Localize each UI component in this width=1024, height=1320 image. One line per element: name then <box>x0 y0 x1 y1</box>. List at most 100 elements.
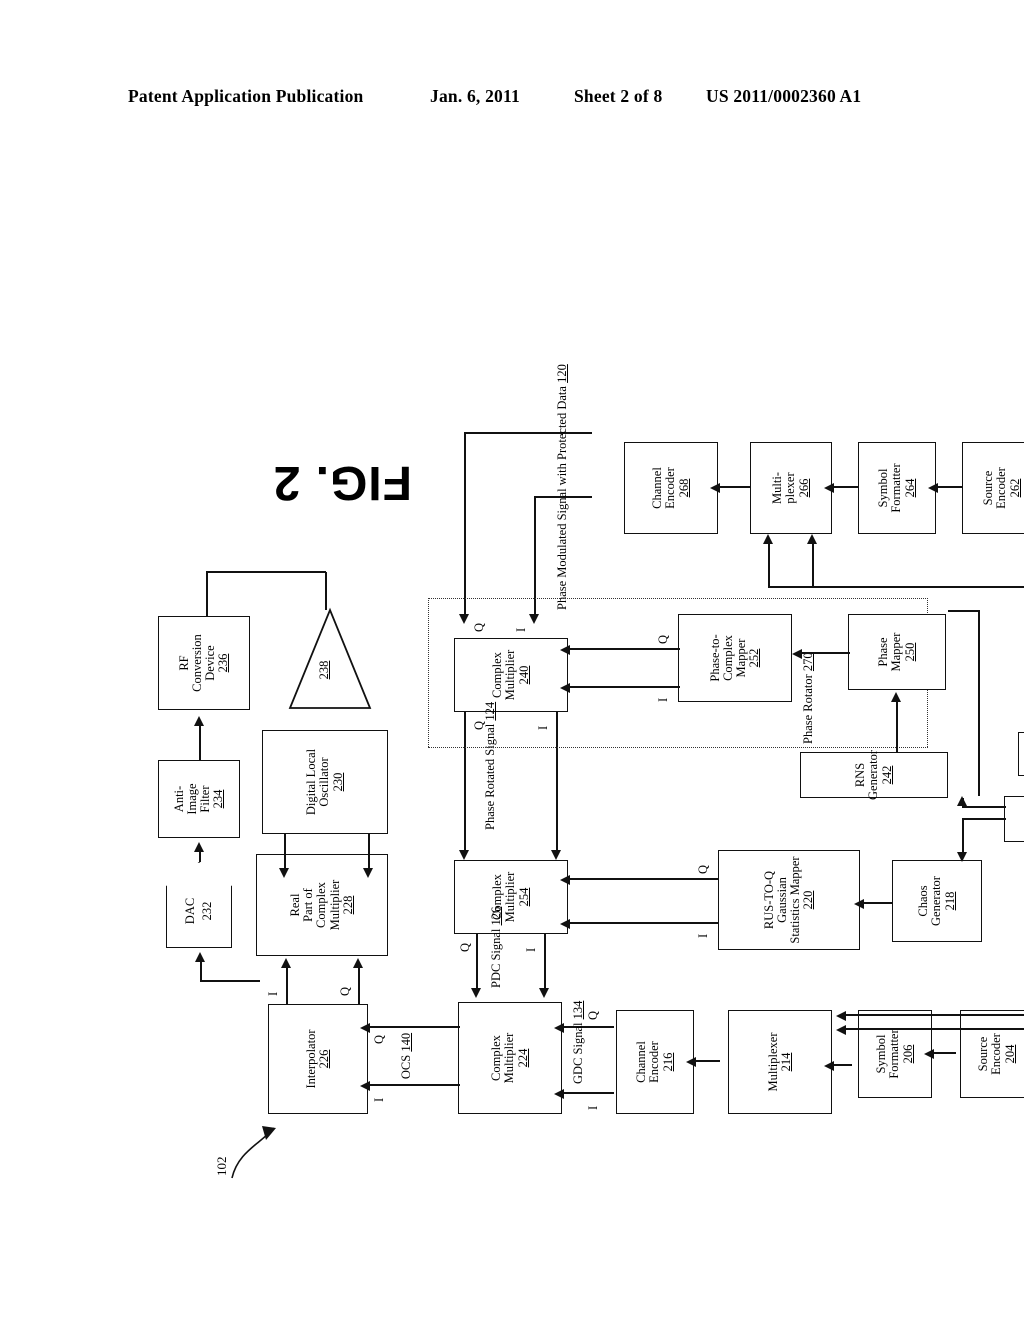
block-number: 236 <box>216 653 231 673</box>
arrow-252-240-q <box>560 645 570 655</box>
port-label-q: Q <box>656 634 670 644</box>
block-label: Part of <box>301 888 316 922</box>
block-label: Phase <box>876 637 891 667</box>
wire-210-242-v <box>962 806 1006 808</box>
block-source-encoder-262[interactable]: Source Encoder 262 <box>962 442 1024 534</box>
wire-218-220 <box>862 902 892 904</box>
figure-2-diagram: 102 Interpolator 226 Real Part of Comple… <box>158 110 1024 1210</box>
port-label-q: Q <box>586 1010 600 1020</box>
arrow-218-220 <box>854 899 864 909</box>
port-label-i: I <box>586 1105 600 1110</box>
block-label: RF <box>176 655 191 671</box>
arrow-210-218 <box>957 852 967 862</box>
block-label: DAC <box>182 897 197 925</box>
signal-label-phase-rotator-270: Phase Rotator 270 <box>801 652 815 744</box>
block-rns-generator-242[interactable]: RNS Generator 242 <box>800 750 948 800</box>
arrow-204-206 <box>924 1049 934 1059</box>
patent-sheet: Patent Application Publication Jan. 6, 2… <box>0 0 1024 1320</box>
block-source-encoder-204[interactable]: Source Encoder 204 <box>960 1010 1024 1098</box>
block-multiplexer-266[interactable]: Multi- plexer 266 <box>750 442 832 534</box>
block-number: 264 <box>902 478 917 498</box>
wire-gdc-i <box>562 1092 614 1094</box>
block-label: Multiplier <box>327 879 342 931</box>
block-label: Device <box>203 645 217 681</box>
block-label: Formatter <box>889 463 904 513</box>
block-label: Mapper <box>734 638 748 678</box>
block-symbol-formatter-206[interactable]: Symbol Formatter 206 <box>858 1010 932 1098</box>
block-rus-to-q-gaussian-statistics-mapper-220[interactable]: RUS-TO-Q Gaussian Statistics Mapper 220 <box>718 850 860 950</box>
block-number: 226 <box>317 1049 331 1069</box>
wire-bottom-bus-v <box>812 586 1024 588</box>
block-channel-encoder-268[interactable]: Channel Encoder 268 <box>624 442 718 534</box>
arrow-220-254-i <box>560 919 570 929</box>
block-label: Interpolator <box>303 1029 318 1089</box>
wire-210-rotator-h <box>978 610 980 796</box>
block-interpolator-226[interactable]: Interpolator 226 <box>268 1004 368 1114</box>
figure-label: FIG. 2 <box>272 456 412 509</box>
port-label-i: I <box>266 991 280 996</box>
block-chaos-generator-218[interactable]: Chaos Generator 218 <box>892 860 982 942</box>
wire-262-264 <box>936 486 962 488</box>
wire-206-214 <box>832 1064 852 1066</box>
block-channel-encoder-216[interactable]: Channel Encoder 216 <box>616 1010 694 1114</box>
block-prtr-212[interactable]: PRTR 212 <box>1018 732 1024 776</box>
wire-228-dac-h <box>200 962 202 982</box>
block-label: Phase-to- <box>707 634 722 682</box>
arrow-ocs-i <box>360 1081 370 1091</box>
wire-214-216 <box>694 1060 720 1062</box>
block-label: Channel <box>650 467 665 509</box>
wire-252-240-i <box>568 686 680 688</box>
wire-266-268 <box>718 486 750 488</box>
port-label-i: I <box>372 1097 386 1102</box>
arrow-210-214 <box>836 1011 846 1021</box>
block-label: Image <box>184 783 199 815</box>
block-label: Source <box>976 1036 991 1072</box>
block-label: RUS-TO-Q <box>761 870 776 930</box>
wire-ocs-q <box>368 1026 460 1028</box>
block-label: Digital Local <box>304 748 319 816</box>
block-label: Symbol <box>874 1034 889 1074</box>
port-label-q: Q <box>338 986 352 996</box>
arrow-pdc-i <box>539 988 549 998</box>
arrow-208-214 <box>836 1025 846 1035</box>
block-complex-multiplier-254[interactable]: Complex Multiplier 254 <box>454 860 568 934</box>
block-label: Conversion <box>189 634 204 692</box>
signal-label-pdc-126: PDC Signal 126 <box>489 906 503 988</box>
wire-pms-i-h <box>534 496 536 614</box>
arrow-dac-filter <box>194 842 204 852</box>
block-number: 266 <box>796 478 811 498</box>
block-dac-232[interactable]: DAC 232 <box>166 862 232 948</box>
block-label: Multiplier <box>502 1032 517 1084</box>
wire-226-228-q <box>358 968 360 1004</box>
arrow-250-252 <box>792 649 802 659</box>
arrow-gdc-i <box>554 1089 564 1099</box>
block-number: 262 <box>1007 478 1022 498</box>
block-multiplexer-214[interactable]: Multiplexer 214 <box>728 1010 832 1114</box>
block-label: plexer <box>783 472 798 504</box>
wire-rotator-266-v <box>768 586 812 588</box>
block-label: Encoder <box>989 1033 1004 1075</box>
block-tx-controller-210[interactable]: TX Controller 210 <box>1004 796 1024 842</box>
block-label: Complex <box>314 882 329 928</box>
block-digital-local-oscillator-230[interactable]: Digital Local Oscillator 230 <box>262 730 388 834</box>
block-number: 230 <box>330 772 345 792</box>
block-anti-image-filter-234[interactable]: Anti- Image Filter 234 <box>158 760 240 838</box>
port-label-i: I <box>524 947 538 952</box>
wire-gdc-q <box>562 1026 614 1028</box>
block-label: Encoder <box>663 467 678 509</box>
block-complex-multiplier-224[interactable]: Complex Multiplier 224 <box>458 1002 562 1114</box>
signal-label-ocs-140: OCS 140 <box>399 1032 413 1080</box>
block-label: Filter <box>198 785 212 813</box>
block-number: 214 <box>779 1052 793 1072</box>
block-phase-mapper-250[interactable]: Phase Mapper 250 <box>848 614 946 690</box>
arrow-242-250 <box>891 692 901 702</box>
wire-dlo-228-b <box>368 834 370 868</box>
block-label: Source <box>981 470 996 506</box>
arrow-filter-rf <box>194 716 204 726</box>
block-number: 204 <box>1002 1044 1017 1064</box>
block-phase-to-complex-mapper-252[interactable]: Phase-to- Complex Mapper 252 <box>678 614 792 702</box>
block-number: 254 <box>516 887 531 907</box>
block-rf-conversion-device-236[interactable]: RF Conversion Device 236 <box>158 616 250 710</box>
block-symbol-formatter-264[interactable]: Symbol Formatter 264 <box>858 442 936 534</box>
port-label-i: I <box>696 933 710 938</box>
